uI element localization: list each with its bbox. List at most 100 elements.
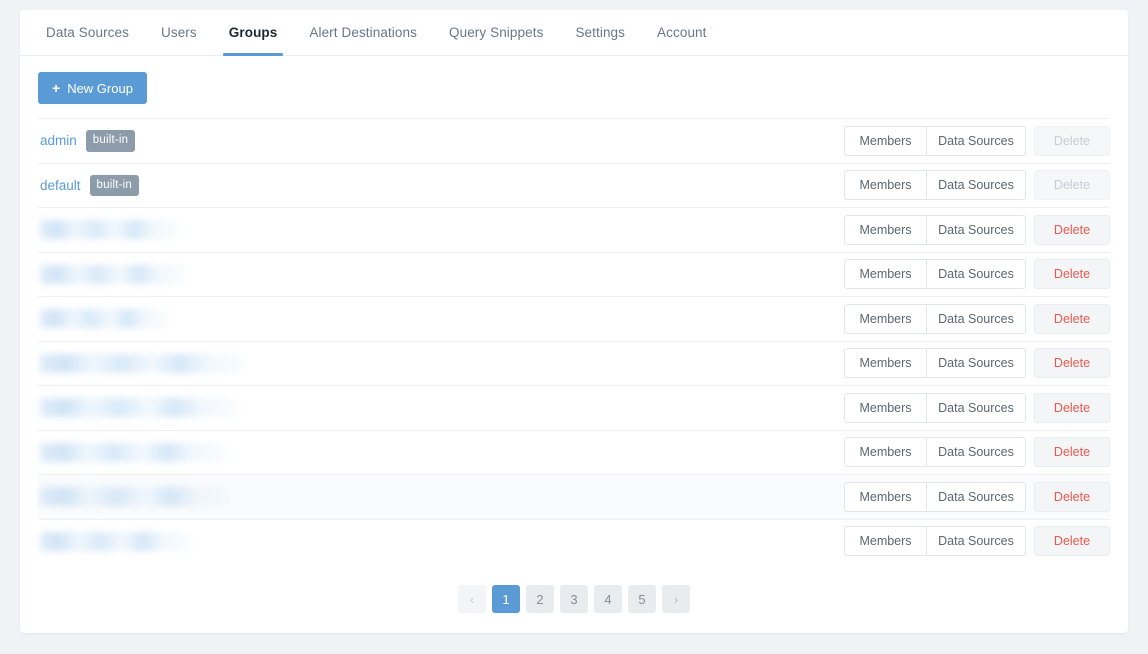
members-button[interactable]: Members	[844, 348, 926, 379]
redacted-group-name	[40, 264, 185, 284]
row-button-group: Members Data Sources	[844, 170, 1026, 201]
redacted-group-name	[40, 442, 226, 462]
table-row: Members Data Sources Delete	[38, 429, 1110, 475]
members-button[interactable]: Members	[844, 259, 926, 290]
redacted-group-name	[40, 309, 168, 329]
group-name-link[interactable]: admin	[40, 133, 77, 148]
pagination-prev-button: ‹	[458, 585, 486, 613]
delete-button[interactable]: Delete	[1034, 526, 1110, 557]
group-name-cell	[38, 442, 844, 462]
pagination-page-1[interactable]: 1	[492, 585, 520, 613]
builtin-badge: built-in	[89, 174, 140, 196]
members-button[interactable]: Members	[844, 303, 926, 334]
group-name-cell	[38, 264, 844, 284]
data-sources-button[interactable]: Data Sources	[926, 259, 1026, 290]
row-button-group: Members Data Sources	[844, 392, 1026, 423]
data-sources-button[interactable]: Data Sources	[926, 170, 1026, 201]
delete-button[interactable]: Delete	[1034, 348, 1110, 379]
tab-data-sources[interactable]: Data Sources	[30, 10, 145, 55]
plus-icon: +	[52, 79, 61, 96]
group-name-cell	[38, 309, 844, 329]
row-actions: Members Data Sources Delete	[844, 259, 1110, 290]
data-sources-button[interactable]: Data Sources	[926, 214, 1026, 245]
delete-button: Delete	[1034, 125, 1110, 156]
table-row: Members Data Sources Delete	[38, 474, 1110, 519]
row-button-group: Members Data Sources	[844, 214, 1026, 245]
data-sources-button[interactable]: Data Sources	[926, 348, 1026, 379]
row-actions: Members Data Sources Delete	[844, 437, 1110, 468]
table-row: Members Data Sources Delete	[38, 385, 1110, 430]
pagination-page-2[interactable]: 2	[526, 585, 554, 613]
redacted-group-name	[40, 353, 245, 373]
pagination-next-button[interactable]: ›	[662, 585, 690, 613]
members-button[interactable]: Members	[844, 214, 926, 245]
tab-settings[interactable]: Settings	[559, 10, 641, 55]
row-actions: Members Data Sources Delete	[844, 392, 1110, 423]
tab-label: Groups	[228, 25, 278, 40]
redacted-group-name	[40, 220, 178, 240]
group-name-cell	[38, 353, 844, 373]
row-actions: Members Data Sources Delete	[844, 303, 1110, 334]
table-row: Members Data Sources Delete	[38, 518, 1110, 564]
row-button-group: Members Data Sources	[844, 437, 1026, 468]
pagination: ‹ 1 2 3 4 5 ›	[20, 585, 1128, 613]
row-button-group: Members Data Sources	[844, 125, 1026, 156]
members-button[interactable]: Members	[844, 392, 926, 423]
delete-button[interactable]: Delete	[1034, 259, 1110, 290]
members-button[interactable]: Members	[844, 170, 926, 201]
table-row: Members Data Sources Delete	[38, 296, 1110, 341]
delete-button[interactable]: Delete	[1034, 303, 1110, 334]
pagination-page-4[interactable]: 4	[594, 585, 622, 613]
members-button[interactable]: Members	[844, 481, 926, 512]
data-sources-button[interactable]: Data Sources	[926, 392, 1026, 423]
pagination-page-5[interactable]: 5	[628, 585, 656, 613]
delete-button: Delete	[1034, 170, 1110, 201]
delete-button[interactable]: Delete	[1034, 214, 1110, 245]
tab-label: Users	[161, 25, 197, 40]
tab-users[interactable]: Users	[145, 10, 213, 55]
row-actions: Members Data Sources Delete	[844, 214, 1110, 245]
data-sources-button[interactable]: Data Sources	[926, 303, 1026, 334]
row-button-group: Members Data Sources	[844, 303, 1026, 334]
table-row: admin built-in Members Data Sources Delete	[38, 118, 1110, 163]
tab-alert-destinations[interactable]: Alert Destinations	[293, 10, 433, 55]
tab-account[interactable]: Account	[641, 10, 722, 55]
row-button-group: Members Data Sources	[844, 481, 1026, 512]
group-name-link[interactable]: default	[40, 178, 81, 193]
pagination-page-3[interactable]: 3	[560, 585, 588, 613]
members-button[interactable]: Members	[844, 125, 926, 156]
members-button[interactable]: Members	[844, 437, 926, 468]
group-name-cell	[38, 220, 844, 240]
delete-button[interactable]: Delete	[1034, 437, 1110, 468]
groups-table: admin built-in Members Data Sources Delete de…	[20, 118, 1128, 563]
row-button-group: Members Data Sources	[844, 348, 1026, 379]
data-sources-button[interactable]: Data Sources	[926, 437, 1026, 468]
new-group-button[interactable]: + New Group	[38, 72, 147, 104]
table-row: Members Data Sources Delete	[38, 251, 1110, 297]
row-actions: Members Data Sources Delete	[844, 125, 1110, 156]
group-name-cell	[38, 531, 844, 551]
tab-label: Account	[657, 25, 707, 40]
tab-query-snippets[interactable]: Query Snippets	[433, 10, 559, 55]
tab-label: Data Sources	[46, 25, 129, 40]
new-group-button-label: New Group	[67, 80, 133, 96]
data-sources-button[interactable]: Data Sources	[926, 125, 1026, 156]
tab-label: Query Snippets	[448, 25, 544, 40]
row-button-group: Members Data Sources	[844, 526, 1026, 557]
settings-card: Data Sources Users Groups Alert Destination…	[20, 10, 1128, 633]
group-name-cell	[38, 398, 844, 418]
row-button-group: Members Data Sources	[844, 259, 1026, 290]
group-name-cell: admin built-in	[38, 130, 844, 152]
toolbar: + New Group	[20, 56, 1128, 118]
delete-button[interactable]: Delete	[1034, 481, 1110, 512]
tab-groups[interactable]: Groups	[213, 10, 294, 56]
redacted-group-name	[40, 487, 232, 507]
tab-label: Alert Destinations	[309, 25, 417, 40]
data-sources-button[interactable]: Data Sources	[926, 526, 1026, 557]
row-actions: Members Data Sources Delete	[844, 348, 1110, 379]
delete-button[interactable]: Delete	[1034, 392, 1110, 423]
data-sources-button[interactable]: Data Sources	[926, 481, 1026, 512]
table-row: Members Data Sources Delete	[38, 340, 1110, 386]
group-name-cell: default built-in	[38, 174, 844, 196]
members-button[interactable]: Members	[844, 526, 926, 557]
